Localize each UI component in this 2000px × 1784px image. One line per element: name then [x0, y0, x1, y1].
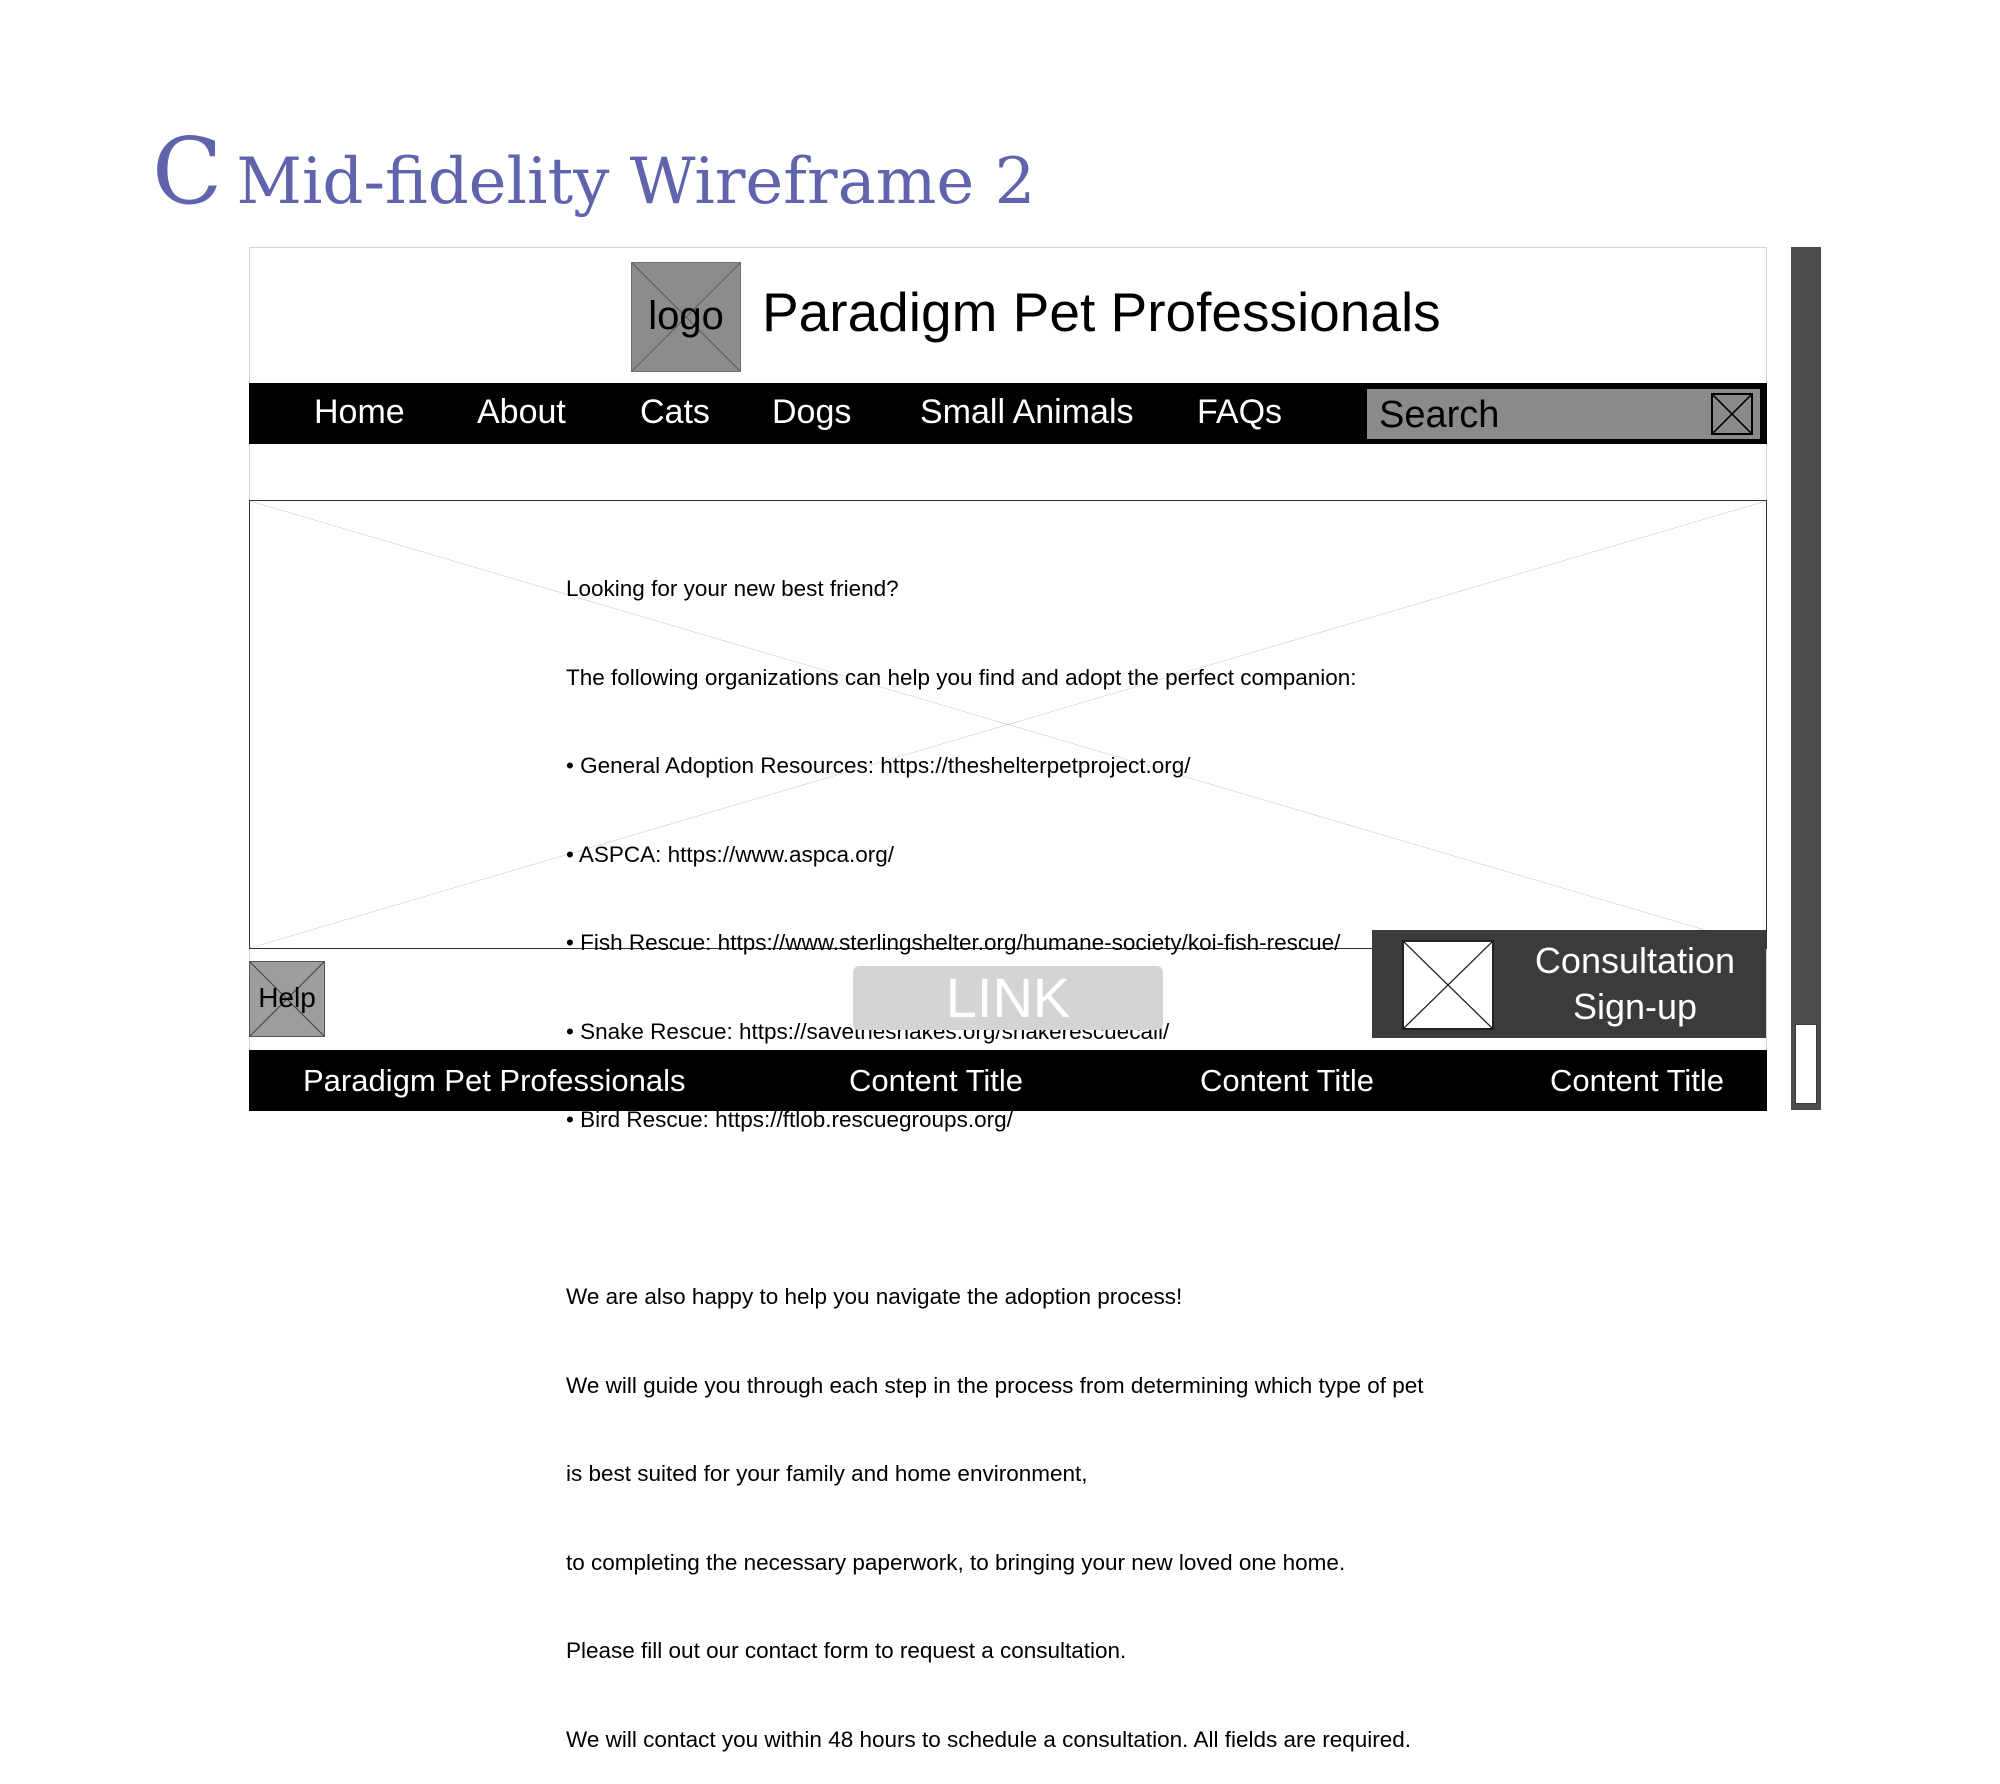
hero-line: to completing the necessary paperwork, t…	[566, 1549, 1346, 1575]
placeholder-x-icon	[1713, 395, 1751, 433]
logo-label: logo	[648, 294, 724, 338]
placeholder-x-icon	[1404, 942, 1492, 1028]
hero-line[interactable]: • ASPCA: https://www.aspca.org/	[566, 840, 1424, 870]
logo-placeholder[interactable]: logo	[631, 262, 741, 372]
nav-item-cats[interactable]: Cats	[640, 393, 710, 432]
footer-link[interactable]: Content Title	[1200, 1063, 1374, 1099]
site-title: Paradigm Pet Professionals	[762, 281, 1441, 343]
hero-line[interactable]: • General Adoption Resources: https://th…	[566, 751, 1424, 781]
nav-item-dogs[interactable]: Dogs	[772, 393, 851, 432]
nav-item-about[interactable]: About	[477, 393, 566, 432]
nav-item-faqs[interactable]: FAQs	[1197, 393, 1282, 432]
search-placeholder: Search	[1379, 394, 1500, 436]
search-input[interactable]: Search	[1367, 389, 1760, 439]
hero-line: is best suited for your family and home …	[566, 1461, 1088, 1486]
nav-item-home[interactable]: Home	[314, 393, 405, 432]
footer-bar: Paradigm Pet Professionals Content Title…	[249, 1050, 1767, 1111]
footer-brand[interactable]: Paradigm Pet Professionals	[303, 1063, 686, 1099]
hero-line: We are also happy to help you navigate t…	[566, 1284, 1183, 1309]
consultation-line-2: Sign-up	[1572, 986, 1698, 1027]
consultation-image-placeholder	[1402, 940, 1494, 1030]
scrollbar-track[interactable]	[1791, 247, 1821, 1110]
help-button[interactable]: Help	[249, 961, 325, 1037]
nav-item-small-animals[interactable]: Small Animals	[920, 393, 1134, 432]
hero-line: Looking for your new best friend?	[566, 576, 899, 601]
hero-line: Please fill out our contact form to requ…	[566, 1638, 1127, 1663]
consultation-label: Consultation Sign-up	[1520, 938, 1750, 1030]
footer-link[interactable]: Content Title	[849, 1063, 1023, 1099]
hero-line: We will guide you through each step in t…	[566, 1372, 1424, 1398]
slide-title: C Mid-fidelity Wireframe 2	[152, 118, 1035, 225]
hero-line[interactable]: • Fish Rescue: https://www.sterlingshelt…	[566, 928, 1424, 958]
consultation-line-1: Consultation	[1534, 940, 1736, 981]
help-label: Help	[258, 982, 316, 1013]
scrollbar-thumb[interactable]	[1795, 1024, 1817, 1104]
hero-line: We will contact you within 48 hours to s…	[566, 1726, 1412, 1752]
hero-line	[566, 1194, 1424, 1224]
link-button[interactable]: LINK	[853, 966, 1163, 1030]
footer-link[interactable]: Content Title	[1550, 1063, 1724, 1099]
search-icon[interactable]	[1711, 393, 1753, 435]
hero-line: The following organizations can help you…	[566, 664, 1357, 690]
slide-title-text: Mid-fidelity Wireframe 2	[236, 145, 1036, 219]
slide-letter: C	[152, 118, 223, 225]
hero-text: Looking for your new best friend? The fo…	[566, 515, 1424, 1784]
